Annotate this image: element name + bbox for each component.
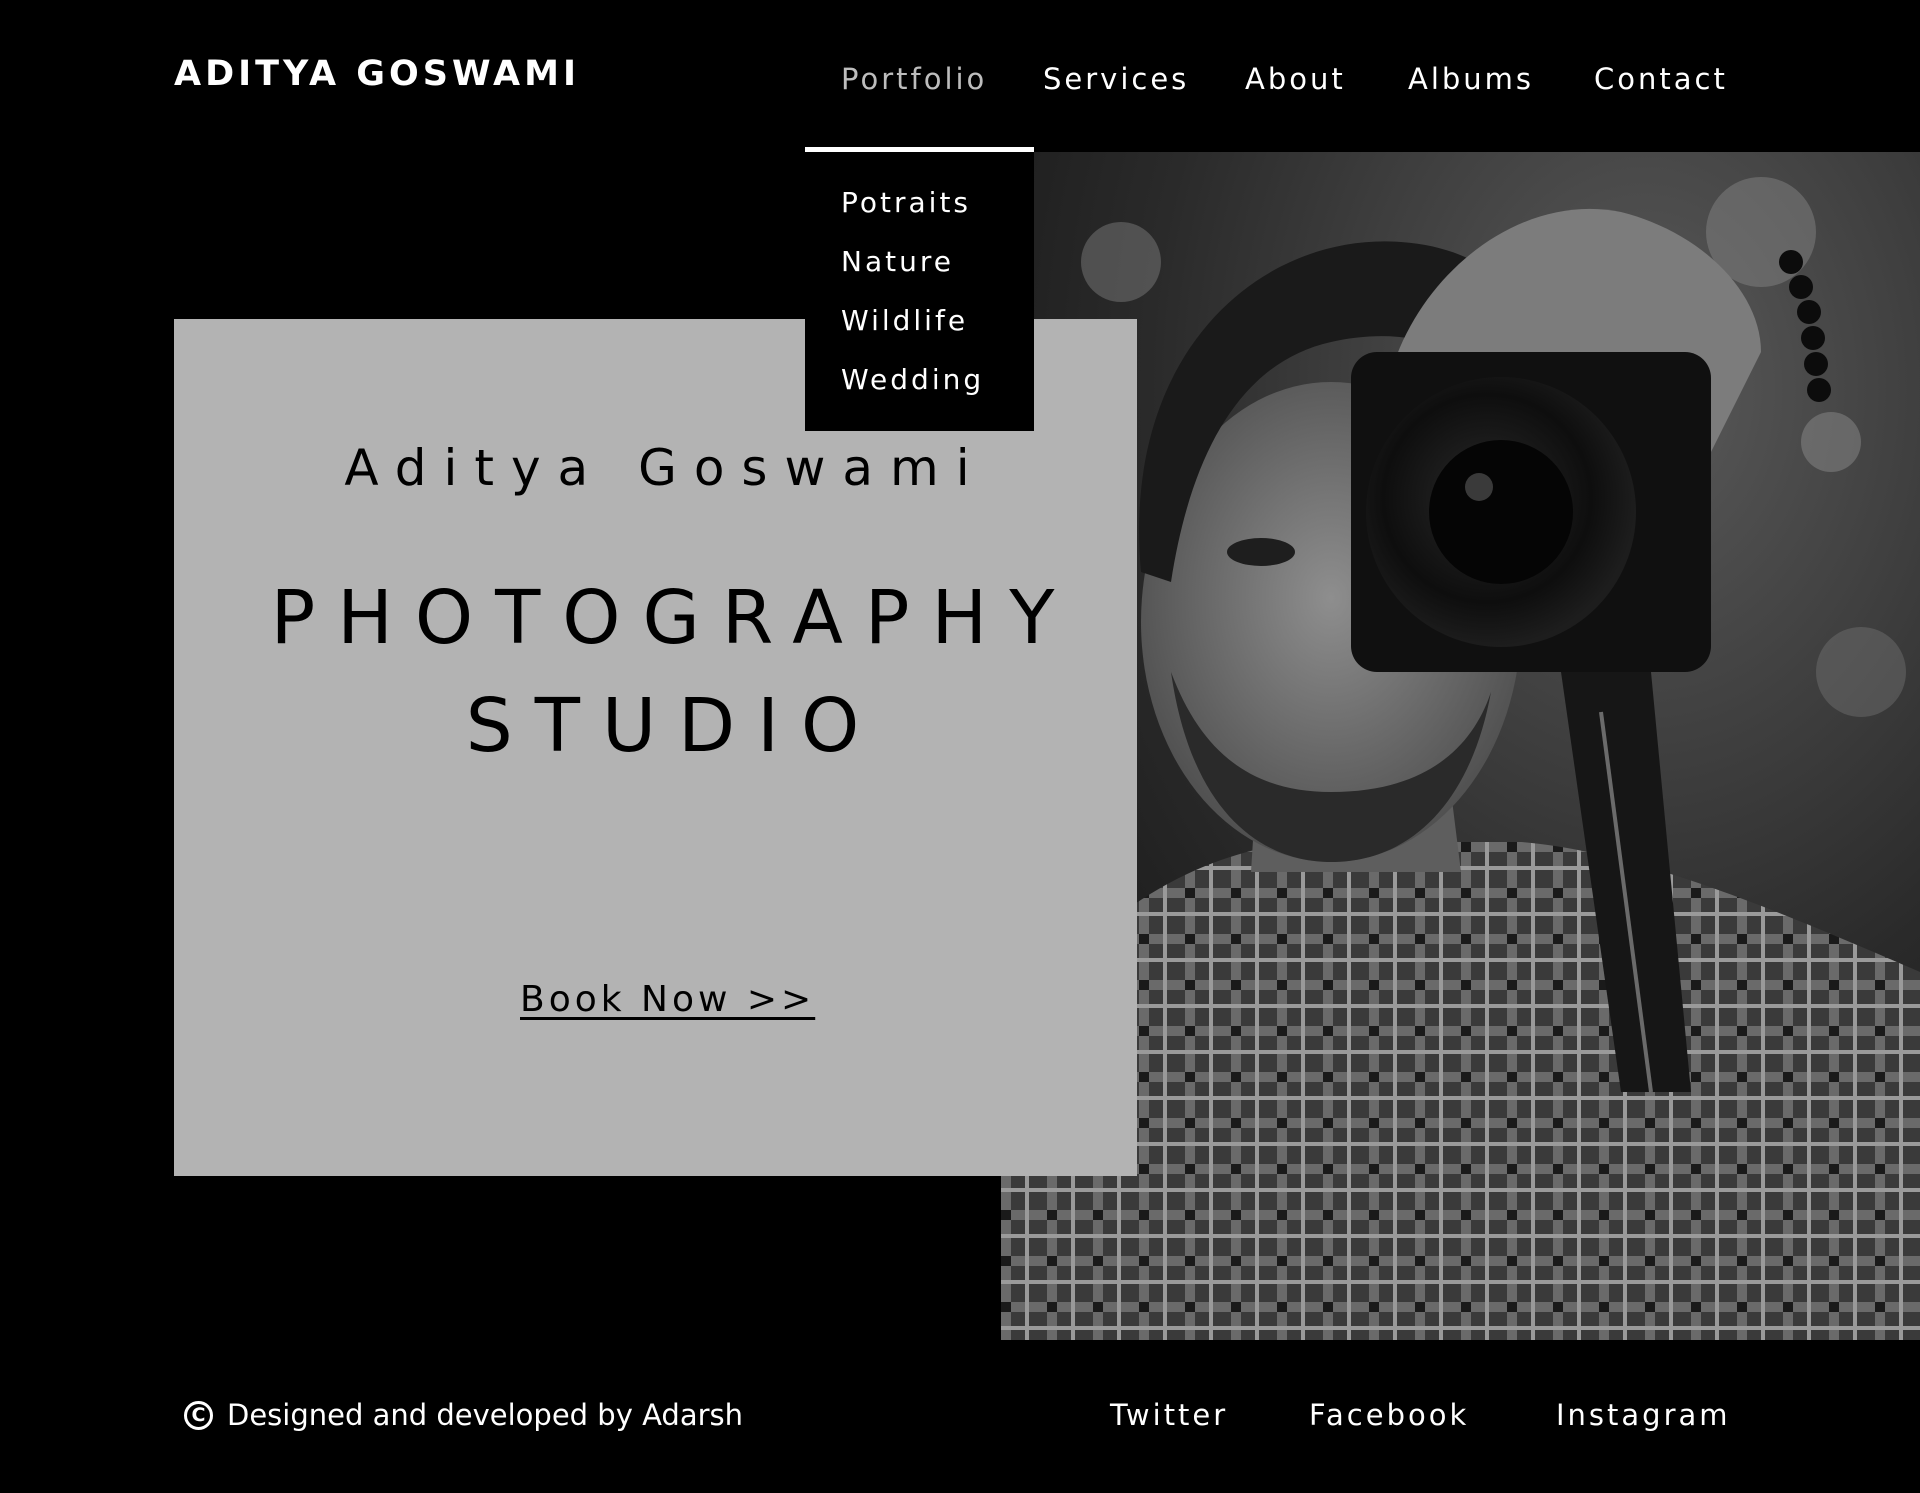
nav-services[interactable]: Services	[1043, 62, 1189, 102]
footer-credit-text: Designed and developed by Adarsh	[227, 1398, 744, 1432]
hero-title-line2: STUDIO	[465, 683, 882, 769]
book-now-link[interactable]: Book Now >>	[520, 979, 815, 1020]
brand-logo[interactable]: ADITYA GOSWAMI	[174, 54, 580, 94]
dropdown-item-portraits[interactable]: Potraits	[841, 186, 971, 219]
hero-name: Aditya Goswami	[344, 439, 987, 497]
dropdown-item-wildlife[interactable]: Wildlife	[841, 304, 968, 337]
social-link-facebook[interactable]: Facebook	[1309, 1398, 1469, 1432]
nav-albums[interactable]: Albums	[1408, 62, 1534, 102]
nav-about[interactable]: About	[1245, 62, 1346, 102]
hero-title-line1: PHOTOGRAPHY	[270, 575, 1077, 661]
nav-portfolio[interactable]: Portfolio	[841, 62, 987, 102]
portfolio-dropdown-menu: Potraits Nature Wildlife Wedding	[805, 152, 1034, 431]
footer-copyright: C Designed and developed by Adarsh	[184, 1398, 743, 1432]
social-link-twitter[interactable]: Twitter	[1110, 1398, 1228, 1432]
dropdown-item-nature[interactable]: Nature	[841, 245, 954, 278]
hero-photo	[1001, 152, 1920, 1340]
dropdown-item-wedding[interactable]: Wedding	[841, 363, 984, 396]
copyright-icon: C	[184, 1400, 213, 1430]
social-link-instagram[interactable]: Instagram	[1556, 1398, 1731, 1432]
hero-title: PHOTOGRAPHY STUDIO	[174, 564, 1137, 780]
hero-card: Aditya Goswami PHOTOGRAPHY STUDIO Book N…	[174, 319, 1137, 1176]
nav-contact[interactable]: Contact	[1594, 62, 1728, 102]
photographer-with-camera-image	[1001, 152, 1920, 1340]
